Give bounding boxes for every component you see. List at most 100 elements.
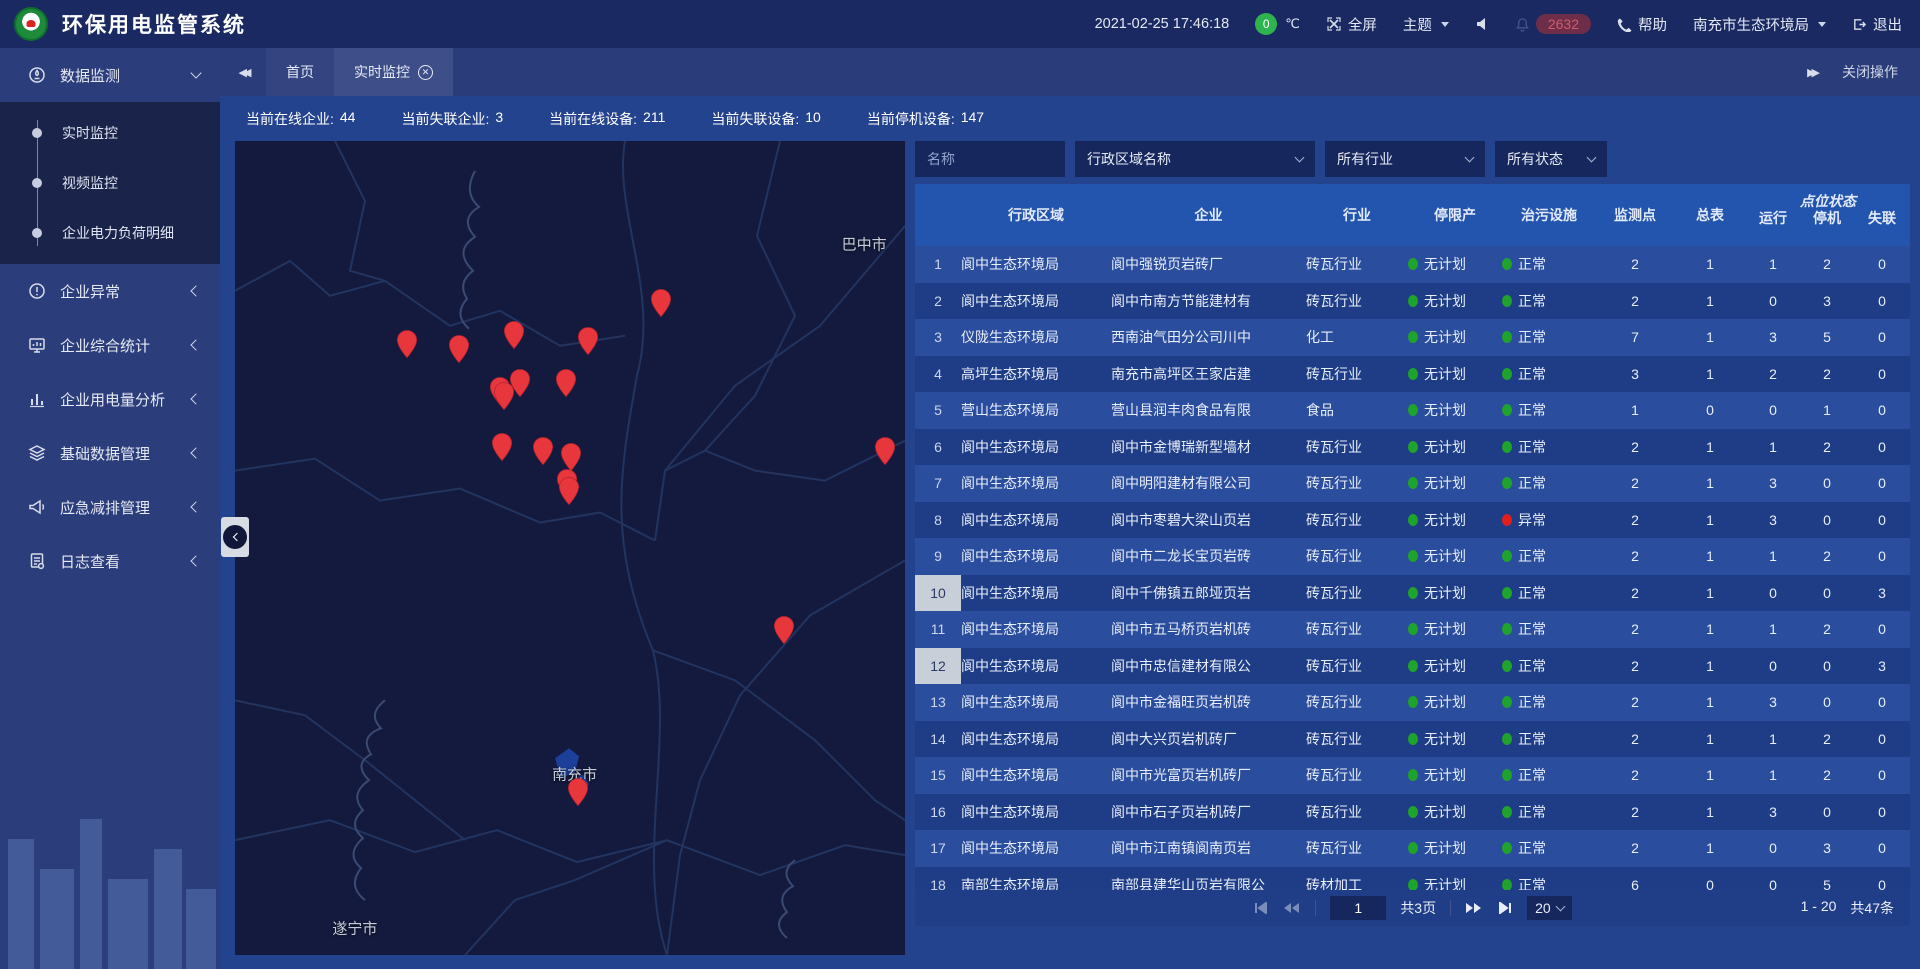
cell-run-count: 1 xyxy=(1746,548,1800,564)
tab-realtime-monitoring[interactable]: 实时监控 ✕ xyxy=(334,48,453,96)
industry-filter-select[interactable]: 所有行业 xyxy=(1325,141,1485,177)
sidebar-item-log-view[interactable]: 日志查看 xyxy=(0,534,220,588)
map-view[interactable]: 巴中市 南充市 遂宁市 xyxy=(235,141,905,955)
table-row[interactable]: 12 阆中生态环境局 阆中市忠信建材有限公 砖瓦行业 无计划 正常 xyxy=(915,648,1910,685)
mute-button[interactable] xyxy=(1475,17,1489,31)
table-row[interactable]: 3 仪陇生态环境局 西南油气田分公司川中 化工 无计划 正常 xyxy=(915,319,1910,356)
table-row[interactable]: 1 阆中生态环境局 阆中强锐页岩砖厂 砖瓦行业 无计划 正常 xyxy=(915,246,1910,283)
map-location-pin-icon[interactable] xyxy=(558,476,580,506)
sidebar-item-base-data[interactable]: 基础数据管理 xyxy=(0,426,220,480)
map-location-pin-icon[interactable] xyxy=(874,436,896,466)
fullscreen-button[interactable]: 全屏 xyxy=(1326,14,1377,35)
sidebar-item-video-monitoring[interactable]: 视频监控 xyxy=(0,158,220,208)
table-row[interactable]: 13 阆中生态环境局 阆中市金福旺页岩机砖 砖瓦行业 无计划 正常 xyxy=(915,684,1910,721)
sidebar-item-company-abnormal[interactable]: 企业异常 xyxy=(0,264,220,318)
map-location-pin-icon[interactable] xyxy=(448,334,470,364)
cell-meter-count: 1 xyxy=(1674,293,1746,309)
tabs-scroll-right-button[interactable]: ▶▶ xyxy=(1807,66,1816,79)
map-location-pin-icon[interactable] xyxy=(650,288,672,318)
map-location-pin-icon[interactable] xyxy=(503,320,525,350)
table-row[interactable]: 15 阆中生态环境局 阆中市光富页岩机砖厂 砖瓦行业 无计划 正常 xyxy=(915,757,1910,794)
theme-dropdown[interactable]: 主题 xyxy=(1403,14,1449,35)
table-row[interactable]: 14 阆中生态环境局 阆中大兴页岩机砖厂 砖瓦行业 无计划 正常 xyxy=(915,721,1910,758)
map-location-pin-icon[interactable] xyxy=(577,326,599,356)
map-location-pin-icon[interactable] xyxy=(567,777,589,807)
help-button[interactable]: 帮助 xyxy=(1617,14,1667,35)
map-location-pin-icon[interactable] xyxy=(396,330,418,360)
cell-halt-count: 2 xyxy=(1800,548,1854,564)
sidebar-item-realtime-monitoring[interactable]: 实时监控 xyxy=(0,108,220,158)
divider xyxy=(1315,900,1316,916)
tabs-scroll-left-button[interactable]: ◀◀ xyxy=(220,48,266,96)
logout-button[interactable]: 退出 xyxy=(1852,14,1902,35)
table-row[interactable]: 8 阆中生态环境局 阆中市枣碧大梁山页岩 砖瓦行业 无计划 异常 xyxy=(915,502,1910,539)
sidebar-item-power-load-detail[interactable]: 企业电力负荷明细 xyxy=(0,208,220,258)
first-page-button[interactable] xyxy=(1253,902,1269,914)
cell-stop-status: 无计划 xyxy=(1408,510,1502,530)
table-row[interactable]: 16 阆中生态环境局 阆中市石子页岩机砖厂 砖瓦行业 无计划 正常 xyxy=(915,794,1910,831)
pagination-bar: 共3页 20 1 - 20 共47条 xyxy=(915,890,1910,926)
map-collapse-button[interactable] xyxy=(221,517,249,557)
table-row[interactable]: 7 阆中生态环境局 阆中明阳建材有限公司 砖瓦行业 无计划 正常 xyxy=(915,465,1910,502)
cell-index: 15 xyxy=(915,757,961,794)
map-location-pin-icon[interactable] xyxy=(532,436,554,466)
table-row[interactable]: 6 阆中生态环境局 阆中市金博瑞新型墙材 砖瓦行业 无计划 正常 xyxy=(915,429,1910,466)
region-filter-select[interactable]: 行政区域名称 xyxy=(1075,141,1315,177)
table-row[interactable]: 11 阆中生态环境局 阆中市五马桥页岩机砖 砖瓦行业 无计划 正常 xyxy=(915,611,1910,648)
chevron-left-icon xyxy=(190,285,201,296)
cell-meter-count: 1 xyxy=(1674,694,1746,710)
cell-stop-status: 无计划 xyxy=(1408,364,1502,384)
cell-run-count: 3 xyxy=(1746,329,1800,345)
sidebar-item-company-statistics[interactable]: 企业综合统计 xyxy=(0,318,220,372)
cell-index: 1 xyxy=(915,246,961,283)
name-filter-input[interactable] xyxy=(915,141,1065,177)
last-page-button[interactable] xyxy=(1497,902,1513,914)
table-row[interactable]: 18 南部生态环境局 南部县建华山页岩有限公 砖材加工 无计划 正常 xyxy=(915,867,1910,891)
cell-run-count: 2 xyxy=(1746,366,1800,382)
cell-facility-status: 正常 xyxy=(1502,619,1596,639)
page-size-select[interactable]: 20 xyxy=(1527,896,1572,920)
map-location-pin-icon[interactable] xyxy=(491,432,513,462)
close-tab-icon[interactable]: ✕ xyxy=(418,65,433,80)
status-filter-select[interactable]: 所有状态 xyxy=(1495,141,1607,177)
cell-industry: 食品 xyxy=(1306,400,1408,420)
col-lost: 失联 xyxy=(1854,208,1910,228)
cell-meter-count: 1 xyxy=(1674,548,1746,564)
cell-facility-status: 正常 xyxy=(1502,802,1596,822)
status-dot-icon xyxy=(1502,879,1512,890)
cell-company: 阆中市二龙长宝页岩砖 xyxy=(1111,546,1306,566)
col-run: 运行 xyxy=(1746,208,1800,228)
sidebar-item-power-analysis[interactable]: 企业用电量分析 xyxy=(0,372,220,426)
cell-monitor-count: 2 xyxy=(1596,621,1674,637)
tab-home[interactable]: 首页 xyxy=(266,48,334,96)
cell-region: 阆中生态环境局 xyxy=(961,254,1111,274)
page-number-input[interactable] xyxy=(1330,896,1386,920)
table-row[interactable]: 10 阆中生态环境局 阆中千佛镇五郎垭页岩 砖瓦行业 无计划 正常 xyxy=(915,575,1910,612)
top-header-bar: 环保用电监管系统 2021-02-25 17:46:18 0 ℃ 全屏 主题 xyxy=(0,0,1920,48)
cell-industry: 砖瓦行业 xyxy=(1306,510,1408,530)
cell-region: 仪陇生态环境局 xyxy=(961,327,1111,347)
prev-page-button[interactable] xyxy=(1283,902,1301,914)
sidebar-item-data-monitoring[interactable]: 数据监测 xyxy=(0,48,220,102)
map-location-pin-icon[interactable] xyxy=(555,368,577,398)
temperature-badge: 0 xyxy=(1255,13,1277,35)
chevron-down-icon xyxy=(1465,153,1475,163)
table-row[interactable]: 5 营山生态环境局 营山县润丰肉食品有限 食品 无计划 正常 xyxy=(915,392,1910,429)
cell-facility-status: 正常 xyxy=(1502,291,1596,311)
close-operations-button[interactable]: 关闭操作 xyxy=(1842,62,1898,82)
cell-industry: 砖材加工 xyxy=(1306,875,1408,890)
sidebar-item-emergency-reduction[interactable]: 应急减排管理 xyxy=(0,480,220,534)
map-location-pin-icon[interactable] xyxy=(493,382,515,412)
table-row[interactable]: 9 阆中生态环境局 阆中市二龙长宝页岩砖 砖瓦行业 无计划 正常 xyxy=(915,538,1910,575)
cell-lost-count: 0 xyxy=(1854,804,1910,820)
next-page-button[interactable] xyxy=(1465,902,1483,914)
status-summary-bar: 当前在线企业:44 当前失联企业:3 当前在线设备:211 当前失联设备:10 … xyxy=(220,96,1920,141)
table-row[interactable]: 4 高坪生态环境局 南充市高坪区王家店建 砖瓦行业 无计划 正常 xyxy=(915,356,1910,393)
table-row[interactable]: 2 阆中生态环境局 阆中市南方节能建材有 砖瓦行业 无计划 正常 xyxy=(915,283,1910,320)
notification-widget[interactable]: 2632 xyxy=(1515,14,1591,34)
org-dropdown[interactable]: 南充市生态环境局 xyxy=(1693,14,1826,35)
status-dot-icon xyxy=(1408,733,1418,745)
status-dot-icon xyxy=(1502,696,1512,708)
table-row[interactable]: 17 阆中生态环境局 阆中市江南镇阆南页岩 砖瓦行业 无计划 正常 xyxy=(915,830,1910,867)
map-location-pin-icon[interactable] xyxy=(773,615,795,645)
